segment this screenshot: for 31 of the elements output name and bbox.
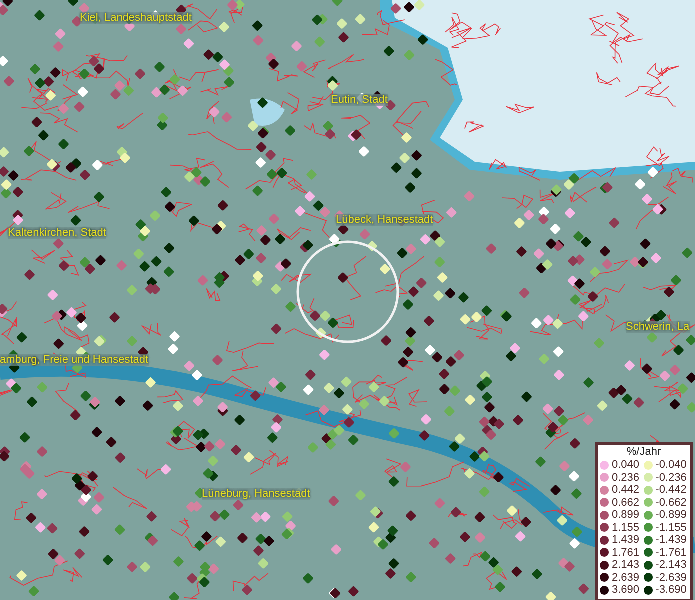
legend-label: -2.639 bbox=[656, 572, 687, 584]
legend-title: %/Jahr bbox=[626, 446, 662, 459]
place-label: Lübeck, Hansestadt bbox=[336, 214, 434, 226]
legend-label: -0.899 bbox=[656, 509, 687, 522]
legend-label: -0.040 bbox=[656, 459, 687, 472]
legend-label: -2.143 bbox=[656, 559, 687, 572]
legend-label: 3.690 bbox=[612, 584, 640, 596]
legend-label: 0.662 bbox=[612, 496, 640, 509]
legend-label: 0.442 bbox=[612, 484, 640, 496]
legend-label: 0.899 bbox=[612, 509, 640, 522]
place-label: Eutin, Stadt bbox=[331, 94, 388, 106]
legend-label: 0.040 bbox=[612, 459, 640, 472]
legend-label: 1.761 bbox=[612, 546, 640, 559]
legend-label: -1.155 bbox=[656, 522, 687, 534]
legend-label: -0.236 bbox=[656, 472, 687, 484]
legend-label: -0.662 bbox=[656, 496, 687, 509]
legend-label: 2.639 bbox=[612, 572, 640, 584]
place-label: Lüneburg, Hansestadt bbox=[202, 488, 310, 500]
place-label: Kiel, Landeshauptstadt bbox=[80, 12, 192, 24]
place-label: Kaltenkirchen, Stadt bbox=[8, 227, 106, 239]
legend-label: -1.761 bbox=[656, 546, 687, 559]
place-label: Schwerin, La bbox=[626, 321, 690, 333]
legend-label: 2.143 bbox=[612, 559, 640, 572]
legend-label: -1.439 bbox=[656, 534, 687, 546]
legend-label: -0.442 bbox=[656, 484, 687, 496]
legend-label: 1.155 bbox=[612, 522, 640, 534]
place-label: amburg, Freie und Hansestadt bbox=[0, 354, 149, 366]
legend-label: 1.439 bbox=[612, 534, 640, 546]
map-drawing[interactable] bbox=[0, 0, 695, 600]
legend-label: 0.236 bbox=[612, 472, 640, 484]
legend-label: -3.690 bbox=[656, 584, 687, 596]
